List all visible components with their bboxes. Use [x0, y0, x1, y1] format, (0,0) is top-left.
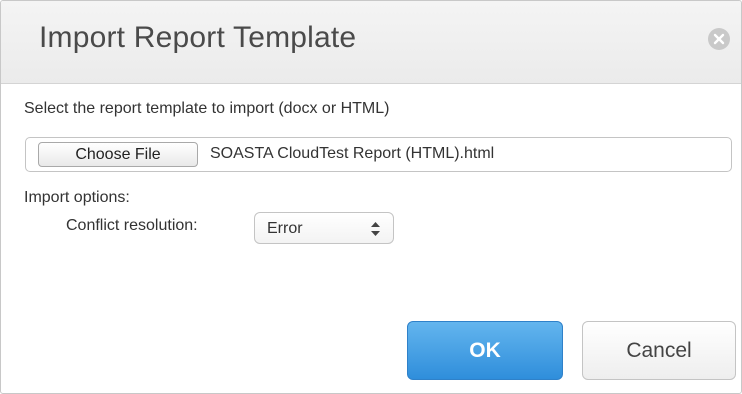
ok-button[interactable]: OK	[407, 321, 563, 380]
close-icon[interactable]	[708, 28, 730, 50]
file-input[interactable]: Choose File SOASTA CloudTest Report (HTM…	[25, 137, 732, 172]
file-instruction: Select the report template to import (do…	[24, 100, 390, 117]
import-options-heading: Import options:	[24, 189, 130, 206]
conflict-resolution-label: Conflict resolution:	[66, 217, 198, 234]
dialog-title: Import Report Template	[39, 21, 357, 54]
cancel-button[interactable]: Cancel	[582, 321, 736, 380]
import-report-template-dialog: Import Report Template Select the report…	[0, 0, 742, 394]
close-x-glyph	[713, 33, 725, 45]
choose-file-button[interactable]: Choose File	[38, 142, 198, 167]
conflict-resolution-value: Error	[267, 220, 303, 237]
selected-file-name: SOASTA CloudTest Report (HTML).html	[210, 145, 495, 162]
conflict-resolution-select[interactable]: Error	[254, 212, 394, 244]
dialog-titlebar: Import Report Template	[1, 1, 741, 84]
select-arrows-icon	[371, 222, 380, 236]
